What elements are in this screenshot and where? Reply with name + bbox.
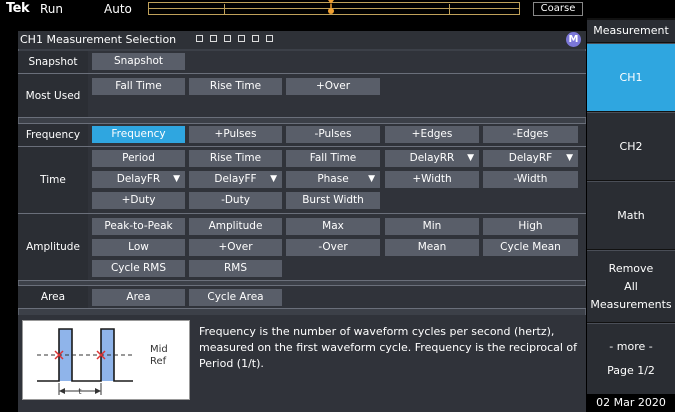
measurement-badge: M [566,32,581,47]
measure-rise-time-time-button[interactable]: Rise Time [189,150,282,167]
dropdown-arrow-icon: ▼ [566,153,573,163]
measure-high-button[interactable]: High [483,218,578,235]
measure-positive-over-button[interactable]: +Over [189,239,282,256]
measure-negative-over-button[interactable]: -Over [286,239,380,256]
measure-fall-time-button[interactable]: Fall Time [92,78,185,95]
measure-rms-button[interactable]: RMS [189,260,282,277]
side-button-remove-all[interactable]: Remove All Measurements [587,250,675,322]
measure-max-button[interactable]: Max [286,218,380,235]
dropdown-arrow-icon: ▼ [173,174,180,184]
measure-mean-button[interactable]: Mean [385,239,479,256]
measure-cycle-mean-button[interactable]: Cycle Mean [483,239,578,256]
measure-positive-width-button[interactable]: +Width [385,171,479,188]
measure-phase-button[interactable]: Phase ▼ [286,171,380,188]
measure-cycle-area-button[interactable]: Cycle Area [189,289,282,306]
brand-logo: Tek [6,1,30,16]
measure-rise-time-button[interactable]: Rise Time [189,78,282,95]
record-view [148,0,520,15]
measure-delay-ff-button[interactable]: DelayFF ▼ [189,171,282,188]
measure-negative-pulses-button[interactable]: -Pulses [286,126,380,143]
dropdown-arrow-icon: ▼ [270,174,277,184]
category-time: Time [18,147,88,213]
side-button-more[interactable]: - more - Page 1/2 [587,323,675,394]
measure-positive-duty-button[interactable]: +Duty [92,192,185,209]
side-menu-title: Measurement [587,20,675,42]
run-status[interactable]: Run [40,2,63,16]
side-button-ch2[interactable]: CH2 [587,112,675,180]
trigger-position-icon [328,0,334,14]
category-area: Area [18,286,88,308]
measure-negative-edges-button[interactable]: -Edges [483,126,578,143]
measure-cycle-rms-button[interactable]: Cycle RMS [92,260,185,277]
measure-frequency-button[interactable]: Frequency [92,126,185,143]
category-frequency: Frequency [18,124,88,146]
svg-text:t: t [78,387,81,396]
measure-low-button[interactable]: Low [92,239,185,256]
date-display: 02 Mar 2020 [587,394,675,412]
page-dots [196,35,273,45]
measure-snapshot-button[interactable]: Snapshot [92,53,185,70]
measure-delay-fr-button[interactable]: DelayFR ▼ [92,171,185,188]
dropdown-arrow-icon: ▼ [467,153,474,163]
measure-fall-time-time-button[interactable]: Fall Time [286,150,380,167]
panel-title: CH1 Measurement Selection [18,31,586,49]
frequency-diagram: t Mid Ref [22,320,190,400]
measure-period-button[interactable]: Period [92,150,185,167]
measure-positive-edges-button[interactable]: +Edges [385,126,479,143]
category-amplitude: Amplitude [18,214,88,280]
side-button-ch1[interactable]: CH1 [587,43,675,111]
measure-min-button[interactable]: Min [385,218,479,235]
measure-area-button[interactable]: Area [92,289,185,306]
side-button-math[interactable]: Math [587,181,675,249]
measure-burst-width-button[interactable]: Burst Width [286,192,380,209]
measure-positive-overshoot-button[interactable]: +Over [286,78,380,95]
waveform-diagram-icon: t Mid Ref [37,328,168,396]
measurement-description: Frequency is the number of waveform cycl… [199,325,578,370]
category-most-used: Most Used [18,74,88,117]
category-snapshot: Snapshot [18,51,88,73]
dropdown-arrow-icon: ▼ [368,174,375,184]
measure-negative-width-button[interactable]: -Width [483,171,578,188]
trigger-mode[interactable]: Auto [104,2,132,16]
coarse-toggle[interactable]: Coarse [533,2,583,16]
measure-negative-duty-button[interactable]: -Duty [189,192,282,209]
measure-delay-rr-button[interactable]: DelayRR ▼ [385,150,479,167]
status-bar: Tek Run Auto Coarse [0,0,587,18]
svg-text:Mid: Mid [150,344,168,355]
measure-peak-to-peak-button[interactable]: Peak-to-Peak [92,218,185,235]
svg-text:Ref: Ref [150,356,167,367]
measure-positive-pulses-button[interactable]: +Pulses [189,126,282,143]
measure-amplitude-button[interactable]: Amplitude [189,218,282,235]
measure-delay-rf-button[interactable]: DelayRF ▼ [483,150,578,167]
